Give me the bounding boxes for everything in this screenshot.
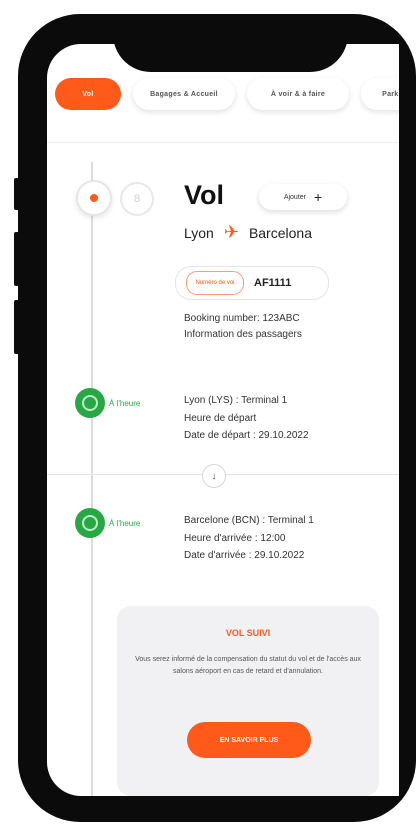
flight-number-label: Numéro de vol	[186, 271, 244, 295]
flight-route: Lyon ✈ Barcelona	[184, 222, 312, 243]
departure-date: Date de départ : 29.10.2022	[184, 430, 309, 441]
page-title: Vol	[184, 180, 224, 210]
clock-icon	[82, 515, 98, 531]
tab-parking[interactable]: Parking	[361, 78, 399, 110]
app-screen: Vol Bagages & Accueil À voir & à faire P…	[47, 44, 399, 796]
booking-number: Booking number: 123ABC	[184, 313, 300, 324]
card-description: Vous serez informé de la compensation du…	[135, 656, 361, 675]
destination-city: Barcelona	[248, 224, 312, 241]
tab-bar: Vol Bagages & Accueil À voir & à faire P…	[55, 78, 399, 118]
arrow-down-icon: ↓	[202, 464, 226, 488]
tab-vol[interactable]: Vol	[55, 78, 121, 110]
departure-status-icon	[75, 388, 105, 418]
side-button-3	[14, 300, 19, 354]
add-button[interactable]: Ajouter +	[259, 184, 347, 210]
arrival-terminal: Barcelone (BCN) : Terminal 1	[184, 515, 314, 526]
phone-notch	[113, 14, 348, 72]
passenger-info-link[interactable]: Information des passagers	[184, 328, 302, 342]
tab-bagages-accueil[interactable]: Bagages & Accueil	[133, 78, 235, 110]
card-title: VOL SUIVI	[225, 628, 271, 638]
timeline-line	[91, 162, 93, 796]
departure-time: Heure de départ	[184, 413, 257, 424]
arrival-date: Date d'arrivée : 29.10.2022	[184, 550, 305, 561]
followed-flight-card: VOL SUIVI Vous serez informé de la compe…	[117, 606, 379, 796]
arrival-status-icon	[75, 508, 105, 538]
origin-city: Lyon	[184, 224, 214, 241]
departure-terminal: Lyon (LYS) : Terminal 1	[184, 395, 288, 406]
arrival-time: Heure d'arrivée : 12:00	[184, 533, 286, 544]
departure-status: À l'heure	[109, 399, 141, 408]
add-button-label: Ajouter	[283, 193, 306, 201]
tab-a-voir-a-faire[interactable]: À voir & à faire	[247, 78, 349, 110]
next-step-indicator: 8	[120, 182, 154, 216]
current-step-dot	[90, 194, 98, 202]
flight-number-pill: Numéro de vol AF1111	[175, 266, 329, 300]
clock-icon	[82, 395, 98, 411]
header-divider	[47, 142, 399, 143]
plane-icon: ✈	[223, 222, 239, 242]
current-step-indicator	[76, 180, 112, 216]
flight-number: AF1111	[254, 277, 292, 289]
plus-icon: +	[314, 189, 323, 205]
arrival-status: À l'heure	[109, 519, 141, 528]
side-button-2	[14, 232, 19, 286]
learn-more-button[interactable]: EN SAVOIR PLUS	[187, 722, 311, 758]
side-button-1	[14, 178, 19, 210]
